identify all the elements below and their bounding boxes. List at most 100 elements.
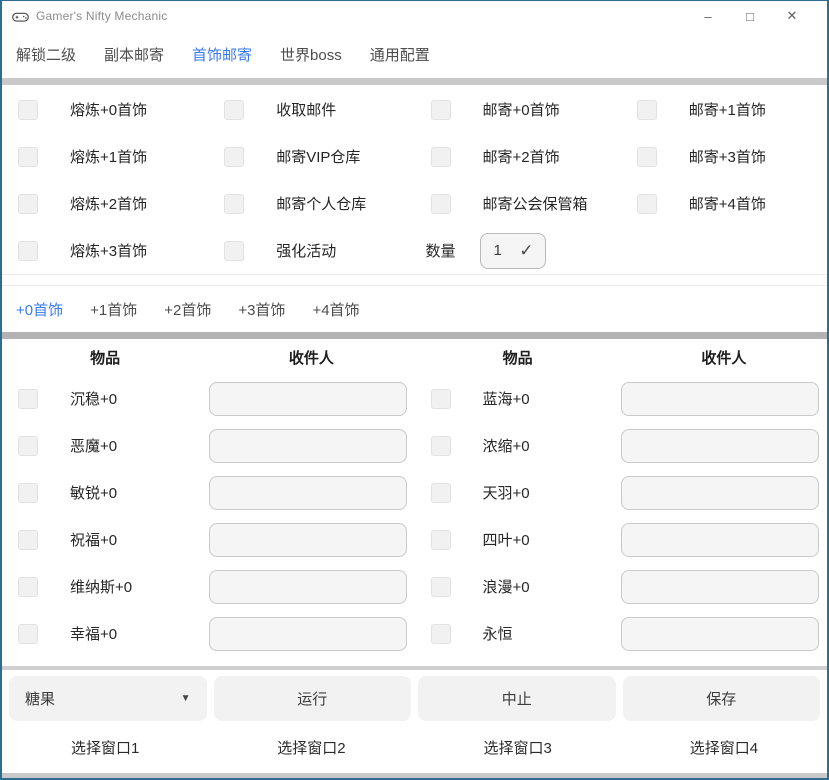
checkbox[interactable] (18, 194, 38, 214)
checkbox[interactable] (18, 100, 38, 120)
window-title: Gamer's Nifty Mechanic (36, 9, 167, 23)
item-cell: 祝福+0 (2, 523, 415, 557)
checkbox[interactable] (224, 147, 244, 167)
tab-general-config[interactable]: 通用配置 (370, 44, 430, 65)
checkbox[interactable] (18, 436, 38, 456)
tab-dungeon-mail[interactable]: 副本邮寄 (104, 44, 164, 65)
option-label: 邮寄个人仓库 (276, 193, 366, 214)
select-window-3[interactable]: 选择窗口3 (415, 737, 621, 758)
quantity-field: 数量 1 ✓ (415, 233, 621, 269)
recipient-input[interactable] (621, 382, 819, 416)
options-row: 熔炼+0首饰 收取邮件 邮寄+0首饰 邮寄+1首饰 (2, 86, 827, 133)
subtab-plus2[interactable]: +2首饰 (164, 299, 211, 320)
column-header-recipient: 收件人 (621, 347, 827, 368)
subtab-plus1[interactable]: +1首饰 (90, 299, 137, 320)
checkbox[interactable] (18, 530, 38, 550)
option-mail-plus2[interactable]: 邮寄+2首饰 (415, 146, 621, 167)
checkbox[interactable] (18, 147, 38, 167)
checkbox[interactable] (431, 483, 451, 503)
checkbox[interactable] (18, 389, 38, 409)
checkbox[interactable] (637, 100, 657, 120)
checkbox[interactable] (431, 624, 451, 644)
option-mail-plus1[interactable]: 邮寄+1首饰 (621, 99, 827, 120)
checkbox[interactable] (18, 577, 38, 597)
recipient-input[interactable] (621, 476, 819, 510)
recipient-input[interactable] (209, 617, 407, 651)
recipient-input[interactable] (621, 523, 819, 557)
checkbox[interactable] (431, 194, 451, 214)
option-mail-vip-storage[interactable]: 邮寄VIP仓库 (208, 146, 414, 167)
item-label: 浪漫+0 (483, 576, 530, 597)
option-smelt-plus1[interactable]: 熔炼+1首饰 (2, 146, 208, 167)
column-header-item: 物品 (415, 347, 621, 368)
checkbox[interactable] (18, 483, 38, 503)
checkbox[interactable] (637, 147, 657, 167)
item-label: 天羽+0 (483, 482, 530, 503)
subtab-plus4[interactable]: +4首饰 (312, 299, 359, 320)
select-window-4[interactable]: 选择窗口4 (621, 737, 827, 758)
table-row: 恶魔+0 浓缩+0 (2, 422, 827, 469)
checkbox[interactable] (431, 577, 451, 597)
option-label: 邮寄+4首饰 (689, 193, 766, 214)
checkbox[interactable] (18, 241, 38, 261)
tab-world-boss[interactable]: 世界boss (280, 44, 342, 65)
tab-jewelry-mail[interactable]: 首饰邮寄 (192, 44, 252, 65)
close-button[interactable]: ✕ (771, 1, 813, 31)
checkbox[interactable] (431, 100, 451, 120)
recipient-input[interactable] (209, 570, 407, 604)
table-row: 幸福+0 永恒 (2, 610, 827, 657)
checkbox[interactable] (18, 624, 38, 644)
maximize-button[interactable]: □ (729, 1, 771, 31)
option-mail-guild-box[interactable]: 邮寄公会保管箱 (415, 193, 621, 214)
checkbox[interactable] (637, 194, 657, 214)
recipient-input[interactable] (209, 523, 407, 557)
quantity-selector[interactable]: 1 ✓ (480, 233, 546, 269)
checkbox[interactable] (431, 530, 451, 550)
item-cell: 敏锐+0 (2, 476, 415, 510)
column-header-recipient: 收件人 (208, 347, 414, 368)
recipient-input[interactable] (621, 617, 819, 651)
checkbox[interactable] (431, 147, 451, 167)
titlebar: Gamer's Nifty Mechanic – □ ✕ (2, 1, 827, 31)
run-button[interactable]: 运行 (214, 676, 412, 721)
select-window-1[interactable]: 选择窗口1 (2, 737, 208, 758)
save-button[interactable]: 保存 (623, 676, 821, 721)
checkbox[interactable] (431, 389, 451, 409)
option-mail-personal-storage[interactable]: 邮寄个人仓库 (208, 193, 414, 214)
minimize-button[interactable]: – (687, 1, 729, 31)
close-icon: ✕ (787, 8, 798, 24)
checkbox[interactable] (224, 194, 244, 214)
bottom-separator (2, 773, 827, 778)
table-row: 沉稳+0 蓝海+0 (2, 375, 827, 422)
recipient-input[interactable] (621, 570, 819, 604)
option-smelt-plus0[interactable]: 熔炼+0首饰 (2, 99, 208, 120)
maximize-icon: □ (746, 9, 754, 24)
option-enhance-event[interactable]: 强化活动 (208, 240, 414, 261)
item-label: 四叶+0 (483, 529, 530, 550)
option-mail-plus3[interactable]: 邮寄+3首饰 (621, 146, 827, 167)
option-mail-plus0[interactable]: 邮寄+0首饰 (415, 99, 621, 120)
table-row: 维纳斯+0 浪漫+0 (2, 563, 827, 610)
option-mail-plus4[interactable]: 邮寄+4首饰 (621, 193, 827, 214)
select-window-2[interactable]: 选择窗口2 (208, 737, 414, 758)
recipient-input[interactable] (209, 382, 407, 416)
tab-unlock-level2[interactable]: 解锁二级 (16, 44, 76, 65)
stop-button[interactable]: 中止 (418, 676, 616, 721)
checkbox[interactable] (224, 100, 244, 120)
footer-controls: 糖果 ▼ 运行 中止 保存 (2, 670, 827, 721)
item-label: 维纳斯+0 (70, 576, 132, 597)
subtab-plus3[interactable]: +3首饰 (238, 299, 285, 320)
subtab-plus0[interactable]: +0首饰 (16, 299, 63, 320)
item-label: 永恒 (483, 623, 513, 644)
recipient-input[interactable] (209, 476, 407, 510)
checkbox[interactable] (431, 436, 451, 456)
separator-under-subtabs (2, 332, 827, 339)
item-label: 幸福+0 (70, 623, 117, 644)
item-dropdown[interactable]: 糖果 ▼ (9, 676, 207, 721)
option-smelt-plus3[interactable]: 熔炼+3首饰 (2, 240, 208, 261)
option-collect-mail[interactable]: 收取邮件 (208, 99, 414, 120)
option-smelt-plus2[interactable]: 熔炼+2首饰 (2, 193, 208, 214)
recipient-input[interactable] (209, 429, 407, 463)
checkbox[interactable] (224, 241, 244, 261)
recipient-input[interactable] (621, 429, 819, 463)
